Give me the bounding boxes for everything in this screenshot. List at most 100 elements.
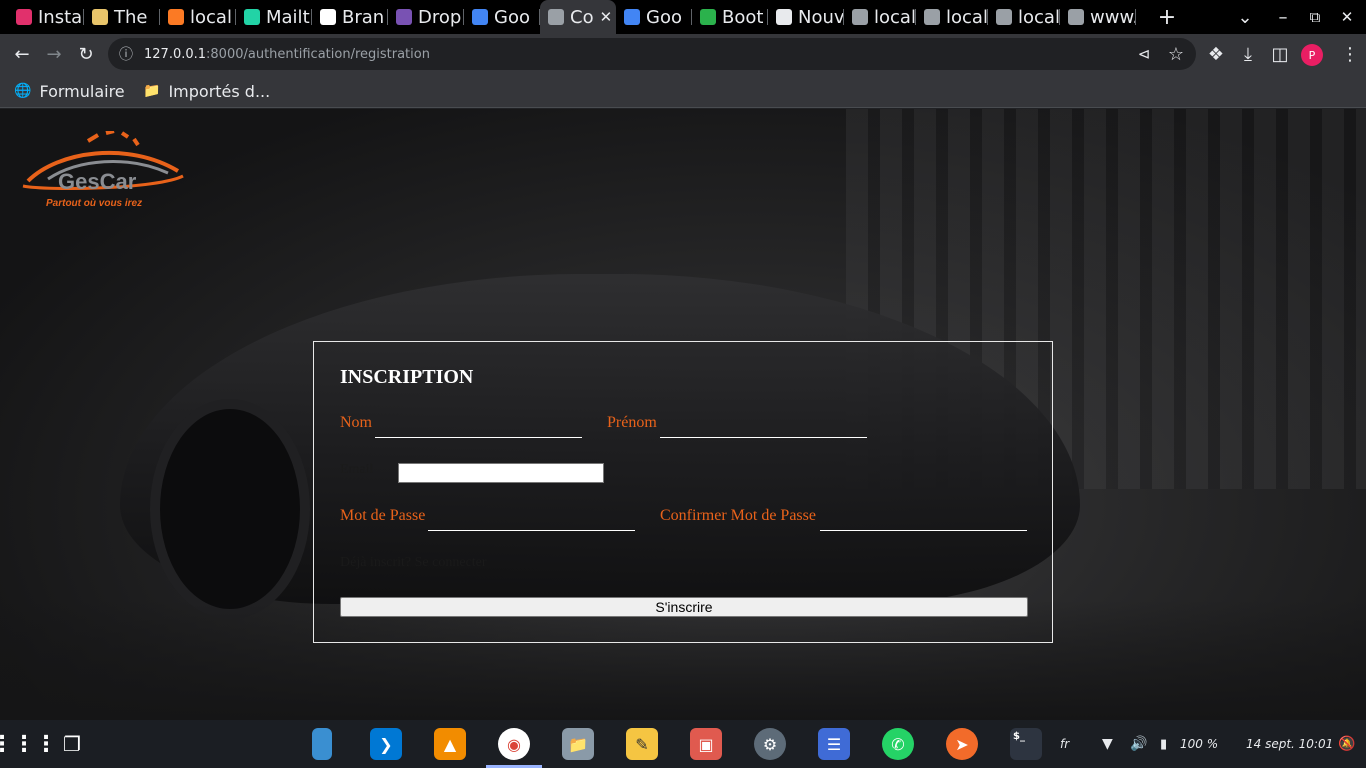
app-grid-icon[interactable]: ⋮⋮⋮ xyxy=(0,728,57,760)
url-path: :8000/authentification/registration xyxy=(206,46,430,62)
globe-icon: 🌐 xyxy=(14,83,32,99)
close-tab-icon[interactable]: ✕ xyxy=(600,8,613,26)
maximize-icon[interactable]: ⧉ xyxy=(1300,0,1330,34)
tab-title: The xyxy=(114,6,148,28)
tab-title: local xyxy=(874,6,916,28)
browser-tab[interactable]: www. xyxy=(1060,0,1136,34)
close-window-icon[interactable]: ✕ xyxy=(1332,0,1362,34)
image-viewer-icon[interactable]: ▣ xyxy=(690,728,722,760)
password-label: Mot de Passe xyxy=(340,507,426,524)
registration-form: INSCRIPTION Nom Prénom Email Mot de Pass… xyxy=(313,341,1053,643)
app-partial-icon[interactable] xyxy=(312,728,332,760)
bookmark-star-icon[interactable]: ☆ xyxy=(1160,34,1192,74)
browser-tab[interactable]: Insta xyxy=(8,0,84,34)
vscode-icon[interactable]: ❯ xyxy=(370,728,402,760)
globe-icon xyxy=(924,9,940,25)
browser-tab[interactable]: Mailt xyxy=(236,0,312,34)
browser-tab[interactable]: local xyxy=(988,0,1060,34)
browser-tab[interactable]: local xyxy=(916,0,988,34)
clock[interactable]: 14 sept. 10:01 xyxy=(1246,720,1333,768)
prenom-input[interactable] xyxy=(660,416,867,438)
wifi-icon[interactable]: ▼ xyxy=(1102,720,1113,768)
page-viewport: GesCar Partout où vous irez INSCRIPTION … xyxy=(0,109,1366,720)
email-input[interactable] xyxy=(398,463,604,483)
google-icon xyxy=(472,9,488,25)
bootstrap-icon xyxy=(396,9,412,25)
reload-icon[interactable]: ↻ xyxy=(70,34,102,74)
volume-icon[interactable]: 🔊 xyxy=(1130,720,1147,768)
battery-icon[interactable]: ▮ xyxy=(1160,720,1167,768)
tab-title: Goo xyxy=(494,6,530,28)
browser-tab[interactable]: local xyxy=(844,0,916,34)
bookmark-formulaire[interactable]: 🌐 Formulaire xyxy=(14,74,125,108)
browser-tab[interactable]: Co ✕ xyxy=(540,0,616,34)
terminal-icon[interactable]: $_ xyxy=(1010,728,1042,760)
download-icon[interactable]: ⤓ xyxy=(1232,34,1264,74)
forward-icon[interactable]: → xyxy=(38,34,70,74)
back-icon[interactable]: ← xyxy=(6,34,38,74)
browser-tab[interactable]: Goo xyxy=(616,0,692,34)
browser-tab[interactable]: Boot xyxy=(692,0,768,34)
chrome-icon xyxy=(776,9,792,25)
menu-kebab-icon[interactable]: ⋮ xyxy=(1334,34,1366,74)
gescar-logo[interactable]: GesCar Partout où vous irez xyxy=(18,129,188,213)
bookmark-folder-importes[interactable]: 📁 Importés d... xyxy=(143,74,270,108)
share-icon[interactable]: ⊲ xyxy=(1128,34,1160,74)
browser-tab[interactable]: Drop xyxy=(388,0,464,34)
whatsapp-icon[interactable]: ✆ xyxy=(882,728,914,760)
logo-tagline: Partout où vous irez xyxy=(46,198,143,209)
folder-icon: 📁 xyxy=(143,83,161,99)
tab-title: Goo xyxy=(646,6,682,28)
browser-tab[interactable]: local xyxy=(160,0,236,34)
new-tab-icon[interactable]: + xyxy=(1152,0,1182,34)
text-editor-icon[interactable]: ✎ xyxy=(626,728,658,760)
confirm-password-input[interactable] xyxy=(820,509,1027,531)
url-host: 127.0.0.1 xyxy=(144,46,207,62)
site-info-icon[interactable]: ⓘ xyxy=(108,44,144,64)
logo-text: GesCar xyxy=(58,169,137,194)
files-icon[interactable]: 📁 xyxy=(562,728,594,760)
bookmark-app-icon xyxy=(92,9,108,25)
window-switcher-icon[interactable]: ❐ xyxy=(56,728,88,760)
nom-label: Nom xyxy=(340,414,372,431)
browser-tab[interactable]: Goo xyxy=(464,0,540,34)
google-translate-icon xyxy=(624,9,640,25)
browser-tab[interactable]: The xyxy=(84,0,160,34)
globe-icon xyxy=(852,9,868,25)
url-text[interactable]: 127.0.0.1:8000/authentification/registra… xyxy=(144,47,430,62)
password-input[interactable] xyxy=(428,509,635,531)
keyboard-language[interactable]: fr xyxy=(1060,720,1069,768)
chrome-icon[interactable]: ◉ xyxy=(498,728,530,760)
browser-tab[interactable]: Bran xyxy=(312,0,388,34)
notifications-off-icon[interactable]: 🔕 xyxy=(1338,720,1355,768)
bookmarks-bar: 🌐 Formulaire 📁 Importés d... xyxy=(0,74,1366,108)
os-taskbar: ⋮⋮⋮ ❐ ❯ ▲ ◉ 📁 ✎ ▣ ⚙ ☰ ✆ ➤ $_ fr ▼ 🔊 ▮ 10… xyxy=(0,720,1366,768)
minimize-icon[interactable]: – xyxy=(1268,0,1298,34)
settings-gear-icon[interactable]: ⚙ xyxy=(754,728,786,760)
tab-title: local xyxy=(190,6,232,28)
tab-title: Boot xyxy=(722,6,764,28)
nom-input[interactable] xyxy=(375,416,582,438)
tab-title: Co xyxy=(570,6,594,28)
form-title: INSCRIPTION xyxy=(340,366,474,388)
register-button[interactable]: S'inscrire xyxy=(340,597,1028,617)
address-bar[interactable]: ⓘ 127.0.0.1:8000/authentification/regist… xyxy=(108,38,1196,70)
email-label: Email xyxy=(340,462,374,477)
layers-icon xyxy=(1068,9,1084,25)
tab-title: Mailt xyxy=(266,6,310,28)
tab-title: local xyxy=(946,6,988,28)
login-link[interactable]: Déjà inscrit? Se connecter xyxy=(340,555,487,571)
browser-tab[interactable]: Nouv xyxy=(768,0,844,34)
tab-strip: Insta The local Mailt Bran Drop Goo Co ✕ Goo Boot N… xyxy=(0,0,1366,34)
document-icon[interactable]: ☰ xyxy=(818,728,850,760)
profile-avatar[interactable]: P xyxy=(1301,44,1323,66)
background-car-wheel xyxy=(150,399,310,619)
bookmark-label: Importés d... xyxy=(168,81,271,101)
postman-icon[interactable]: ➤ xyxy=(946,728,978,760)
xampp-icon xyxy=(168,9,184,25)
vlc-icon[interactable]: ▲ xyxy=(434,728,466,760)
extensions-icon[interactable]: ❖ xyxy=(1200,34,1232,74)
tab-title: Drop xyxy=(418,6,462,28)
tab-search-icon[interactable]: ⌄ xyxy=(1230,0,1260,34)
side-panel-icon[interactable]: ◫ xyxy=(1264,34,1296,74)
